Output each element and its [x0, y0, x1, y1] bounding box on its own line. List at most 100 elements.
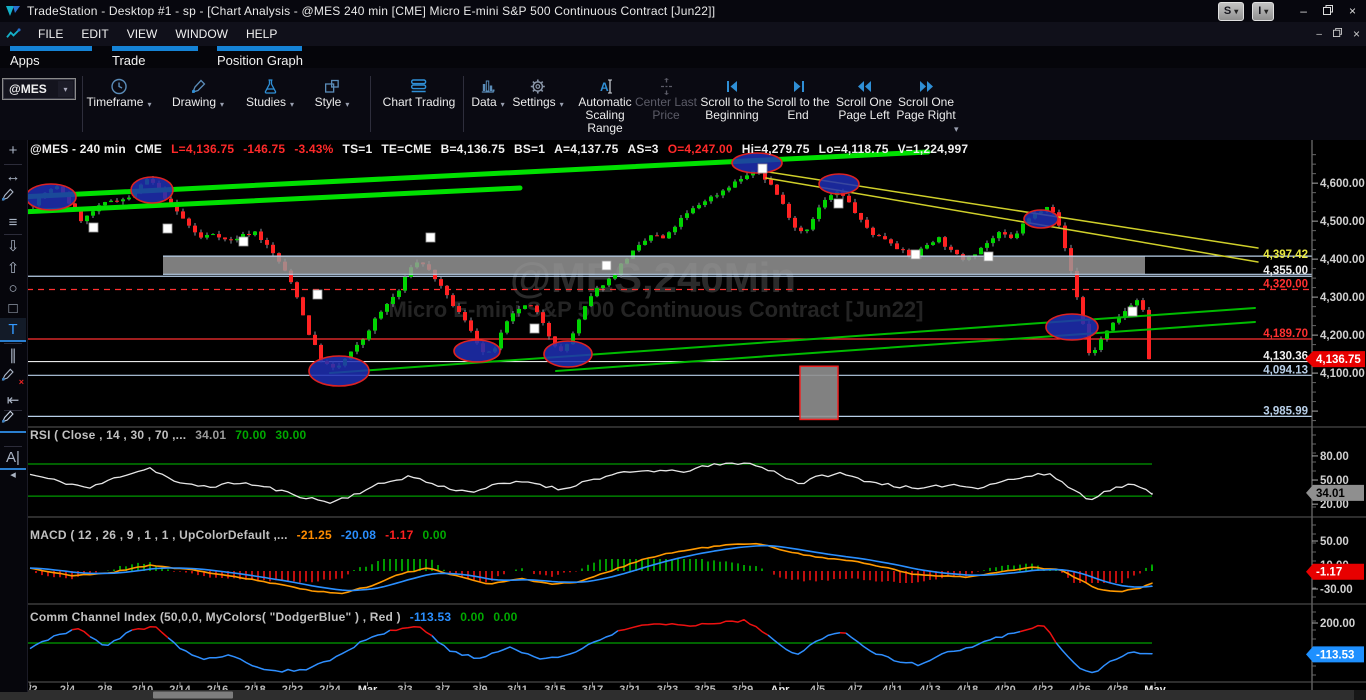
close-button[interactable]: ×: [1349, 1, 1356, 21]
parallel-lines-tool-icon[interactable]: ∥: [0, 344, 26, 366]
svg-text:4,320.00: 4,320.00: [1263, 279, 1308, 291]
svg-text:20.00: 20.00: [1320, 499, 1349, 511]
tab-apps[interactable]: Apps: [10, 46, 92, 68]
style-button[interactable]: Style▾: [315, 76, 350, 109]
cci-field: -113.53: [410, 610, 451, 624]
chevron-down-icon[interactable]: ▾: [501, 100, 505, 109]
tab-position-graph[interactable]: Position Graph: [217, 46, 302, 68]
collapse-arrow[interactable]: ◂: [0, 463, 26, 485]
svg-text:A: A: [600, 80, 609, 94]
status-field: -146.75: [243, 142, 285, 156]
toolbar-separator: [82, 76, 83, 132]
rsi-field: 34.01: [195, 428, 226, 442]
trendline-tool-icon[interactable]: [0, 187, 26, 209]
scrollbar-thumb[interactable]: [153, 692, 233, 699]
rsi-field: RSI ( Close , 14 , 30 , 70 ,...: [30, 428, 186, 442]
symbol-value: @MES: [3, 82, 58, 96]
cci-field: 0.00: [460, 610, 484, 624]
minimize-button[interactable]: –: [1300, 1, 1307, 21]
chevron-down-icon[interactable]: ▾: [345, 100, 349, 109]
settings-button[interactable]: Settings ▾: [512, 76, 563, 109]
quick-button-i[interactable]: I▾: [1252, 2, 1274, 21]
quick-button-s[interactable]: S▾: [1218, 2, 1244, 21]
symbol-input[interactable]: @MES ▾: [3, 79, 75, 99]
child-close-button[interactable]: ×: [1353, 27, 1360, 41]
status-field: @MES - 240 min: [30, 142, 126, 156]
toolbar-button-label: Timeframe: [87, 96, 144, 109]
toolbar-button-label: Settings: [512, 96, 555, 109]
annotation-ellipse: [732, 153, 782, 173]
menu-help[interactable]: HELP: [237, 22, 286, 46]
scroll-begin-icon: [724, 76, 741, 96]
data-button[interactable]: Data ▾: [471, 76, 504, 109]
chevron-down-icon[interactable]: ▾: [58, 81, 73, 97]
scroll-one-page-right-button[interactable]: Scroll One Page Right: [887, 76, 965, 122]
app-logo-icon: [6, 28, 21, 41]
delete-drawing-tool-icon[interactable]: ×: [0, 367, 26, 389]
ellipse-tool-icon[interactable]: ○: [0, 277, 26, 299]
macd-field: MACD ( 12 , 26 , 9 , 1 , 1 , UpColorDefa…: [30, 528, 288, 542]
tab-active-bar: [112, 46, 198, 51]
drawing-pen-tool-icon[interactable]: [0, 409, 26, 433]
chart-region: @MES,240MinMicro E-mini S&P 500 Continuo…: [0, 140, 1366, 700]
window-title: TradeStation - Desktop #1 - sp - [Chart …: [27, 4, 715, 18]
studies-button[interactable]: Studies▾: [246, 76, 294, 109]
flask-icon: [261, 76, 278, 96]
menu-window[interactable]: WINDOW: [166, 22, 237, 46]
child-minimize-button[interactable]: –: [1316, 29, 1322, 40]
svg-text:4,200.00: 4,200.00: [1320, 330, 1365, 342]
arrow-down-tool-icon[interactable]: ⇩: [0, 235, 26, 257]
annotation-ellipse: [454, 340, 500, 362]
chevron-down-icon[interactable]: ▾: [220, 100, 224, 109]
toolbar-button-label: Data: [471, 96, 496, 109]
svg-text:4,500.00: 4,500.00: [1320, 216, 1365, 228]
menu-file[interactable]: FILE: [29, 22, 72, 46]
macd-label-row: MACD ( 12 , 26 , 9 , 1 , 1 , UpColorDefa…: [30, 528, 447, 542]
status-field: BS=1: [514, 142, 545, 156]
horizontal-lines-tool-icon[interactable]: ≡: [0, 211, 26, 233]
rectangle-tool-icon[interactable]: □: [0, 297, 26, 319]
style-icon: [323, 76, 340, 96]
chevron-down-icon[interactable]: ▾: [147, 100, 151, 109]
rsi-field: 30.00: [275, 428, 306, 442]
svg-text:-30.00: -30.00: [1320, 584, 1353, 596]
menu-view[interactable]: VIEW: [118, 22, 167, 46]
chevron-down-icon[interactable]: ▾: [290, 100, 294, 109]
svg-text:4,355.00: 4,355.00: [1263, 265, 1308, 277]
arrow-up-tool-icon[interactable]: ⇧: [0, 257, 26, 279]
child-restore-button[interactable]: [1333, 28, 1342, 40]
annotation-ellipse: [309, 356, 369, 386]
annotation-ellipse: [1046, 314, 1098, 340]
drawing-toolbar: +↔≡⇩⇧○□T∥×⇤A|◂: [0, 140, 28, 692]
text-tool-icon[interactable]: T: [0, 318, 26, 342]
restore-button[interactable]: [1323, 1, 1333, 21]
toolbar-separator: [463, 76, 464, 132]
drawing-button[interactable]: Drawing▾: [172, 76, 224, 109]
center-price-icon: [658, 76, 675, 96]
status-field: CME: [135, 142, 162, 156]
chart-trading-button[interactable]: Chart Trading: [383, 76, 456, 109]
svg-text:4,189.70: 4,189.70: [1263, 328, 1308, 340]
annotation-ellipse: [131, 177, 173, 203]
tradestation-logo: [5, 4, 21, 18]
toolbar-overflow-icon[interactable]: ▾: [954, 124, 959, 135]
toolbar-separator: [370, 76, 371, 132]
status-field: Lo=4,118.75: [819, 142, 889, 156]
menubar: FILEEDITVIEWWINDOWHELP – ×: [0, 22, 1366, 46]
pencil-icon: [190, 76, 207, 96]
watermark-title: Micro E-mini S&P 500 Continuous Contract…: [389, 297, 924, 322]
svg-text:-113.53: -113.53: [1316, 649, 1354, 661]
svg-text:4,397.42: 4,397.42: [1263, 249, 1308, 261]
tab-trade[interactable]: Trade: [112, 46, 198, 68]
svg-text:4,136.75: 4,136.75: [1316, 354, 1361, 366]
timeframe-button[interactable]: Timeframe▾: [87, 76, 152, 109]
menu-edit[interactable]: EDIT: [72, 22, 117, 46]
titlebar: TradeStation - Desktop #1 - sp - [Chart …: [0, 0, 1366, 22]
tab-active-bar: [217, 46, 302, 51]
crosshair-tool-icon[interactable]: +: [0, 139, 26, 161]
chevron-down-icon[interactable]: ▾: [560, 100, 564, 109]
expand-horizontal-tool-icon[interactable]: ↔: [0, 165, 26, 187]
status-field: V=1,224,997: [898, 142, 969, 156]
svg-text:4,100.00: 4,100.00: [1320, 368, 1365, 380]
extend-left-tool-icon[interactable]: ⇤: [0, 389, 26, 411]
